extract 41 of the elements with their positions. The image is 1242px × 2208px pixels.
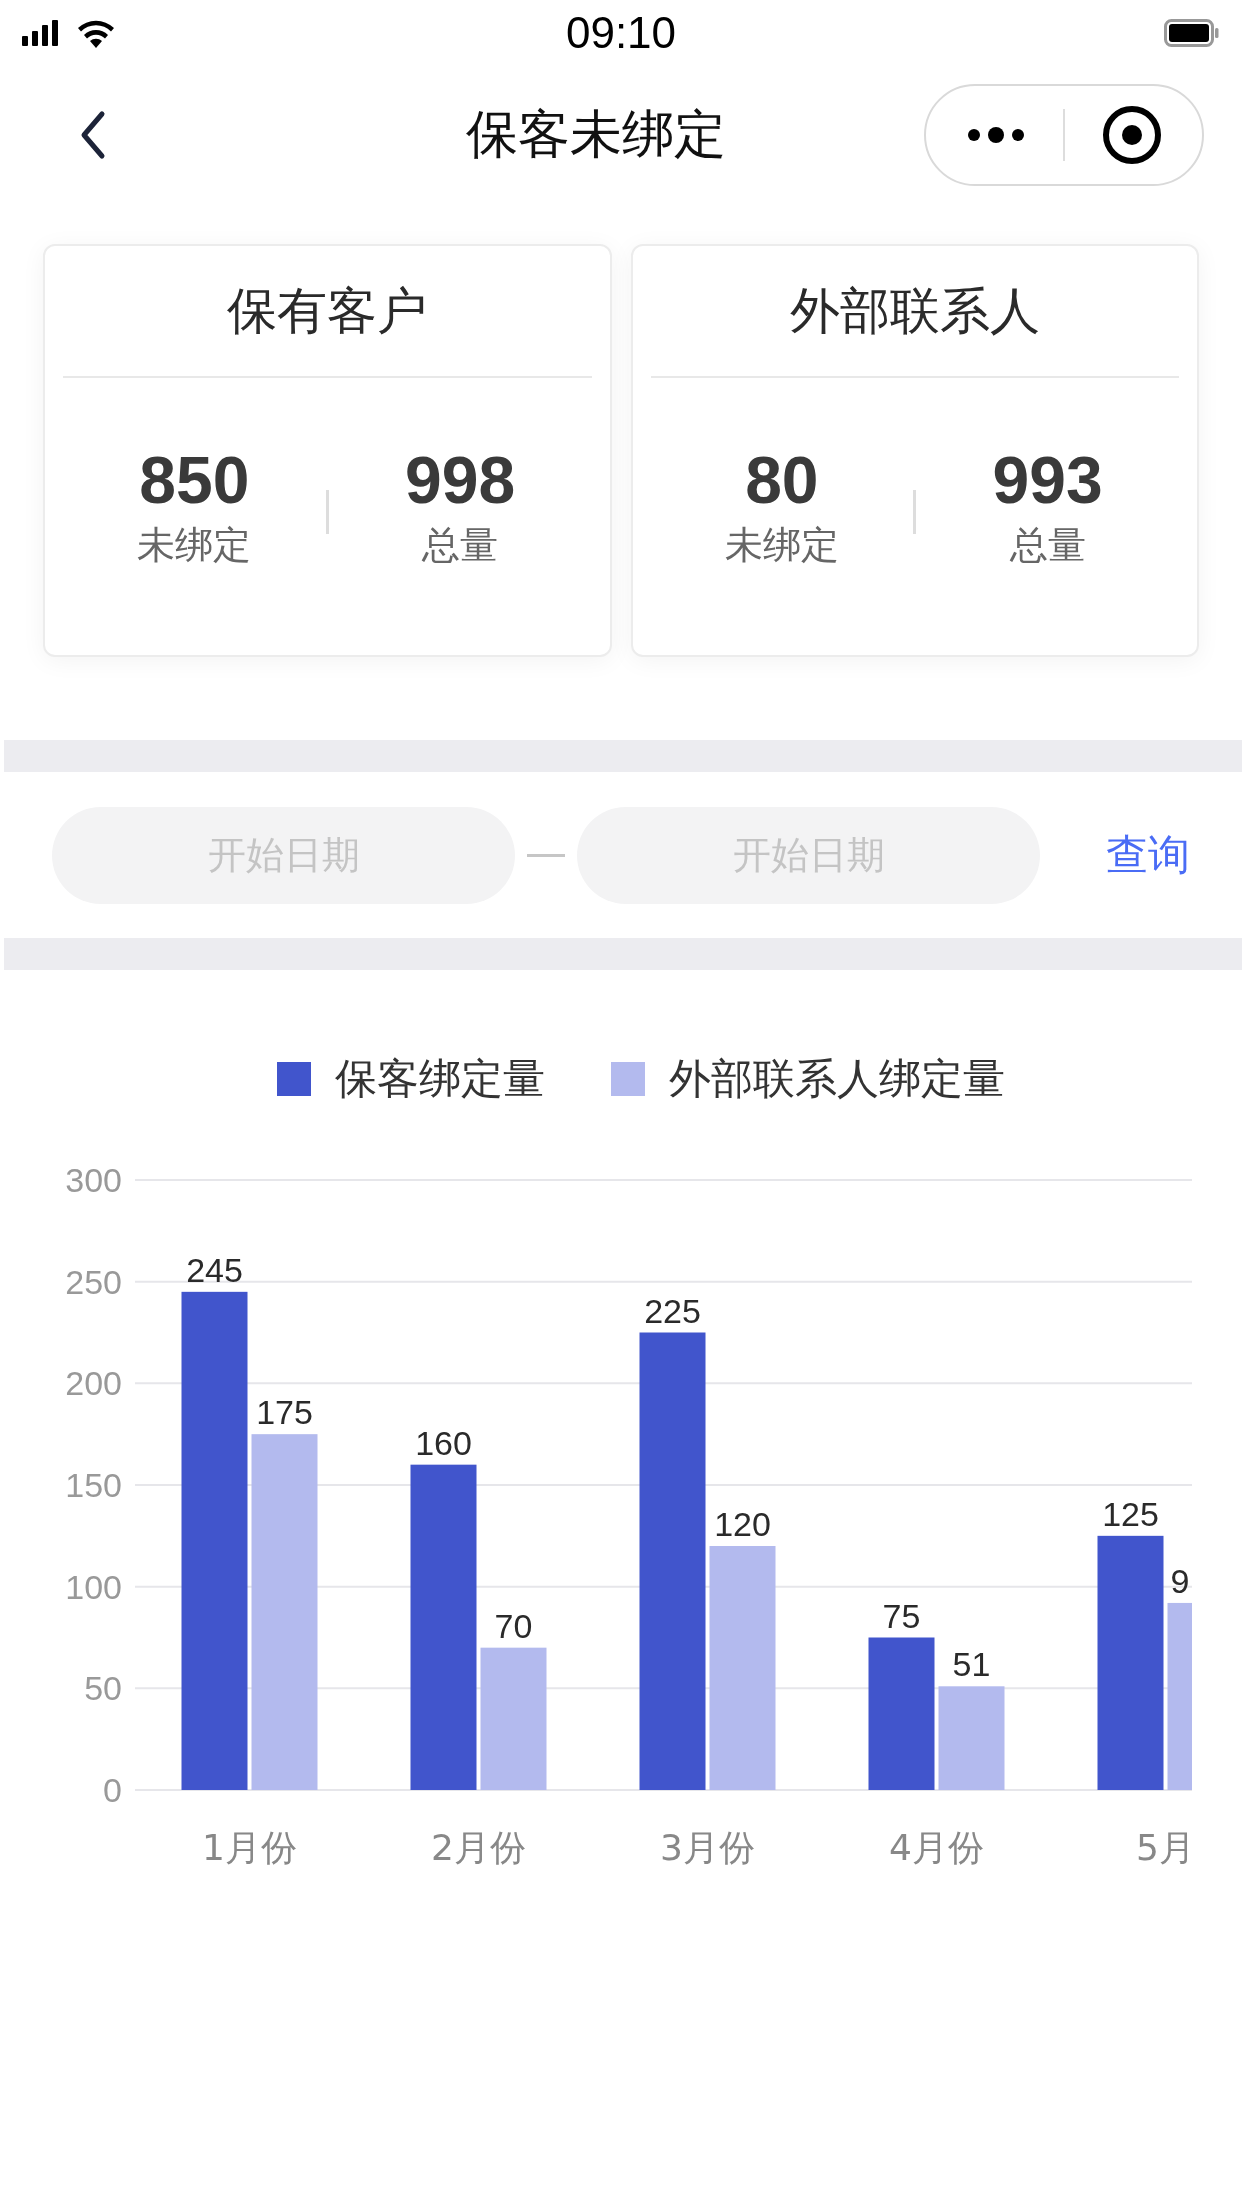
card-title: 保有客户 <box>63 246 592 378</box>
y-axis-label: 200 <box>65 1364 122 1403</box>
status-time: 09:10 <box>565 8 677 58</box>
stat-value: 993 <box>992 442 1103 518</box>
value-label: 175 <box>256 1393 313 1432</box>
legend-label: 外部联系人绑定量 <box>669 1053 1005 1105</box>
value-label: 9 <box>1170 1561 1190 1600</box>
stat-value: 80 <box>745 442 819 518</box>
legend-label: 保客绑定量 <box>335 1053 545 1105</box>
stat-value: 850 <box>139 442 250 518</box>
x-axis-label: 5月 <box>1136 1827 1195 1868</box>
stat-label: 总量 <box>1009 522 1086 569</box>
x-axis-label: 3月份 <box>660 1827 755 1868</box>
value-label: 245 <box>186 1250 243 1289</box>
more-icon[interactable] <box>966 125 1027 145</box>
card-title: 外部联系人 <box>650 246 1179 378</box>
value-label: 125 <box>1102 1494 1159 1533</box>
close-icon[interactable] <box>1101 105 1162 165</box>
y-axis-label: 250 <box>65 1262 122 1301</box>
value-label: 75 <box>882 1596 921 1635</box>
x-axis-label: 4月份 <box>889 1827 984 1868</box>
value-label: 51 <box>952 1645 991 1684</box>
y-axis-label: 150 <box>65 1466 122 1504</box>
y-axis-label: 0 <box>103 1771 122 1809</box>
stat-label: 总量 <box>422 522 499 569</box>
y-axis-label: 50 <box>84 1669 122 1708</box>
value-label: 225 <box>644 1291 701 1330</box>
y-axis-label: 300 <box>65 1161 122 1199</box>
stat-label: 未绑定 <box>137 522 252 569</box>
stat-label: 未绑定 <box>724 522 839 569</box>
value-label: 160 <box>415 1423 472 1462</box>
query-button[interactable]: 查询 <box>1106 827 1190 883</box>
stat-value: 998 <box>405 442 516 518</box>
battery-icon <box>1164 19 1220 47</box>
page-title: 保客未绑定 <box>465 103 727 166</box>
x-axis-label: 1月份 <box>202 1827 297 1868</box>
y-axis-label: 100 <box>65 1567 122 1606</box>
value-label: 70 <box>494 1606 533 1645</box>
value-label: 120 <box>714 1505 771 1543</box>
x-axis-label: 2月份 <box>431 1827 526 1868</box>
wifi-icon <box>76 18 116 48</box>
